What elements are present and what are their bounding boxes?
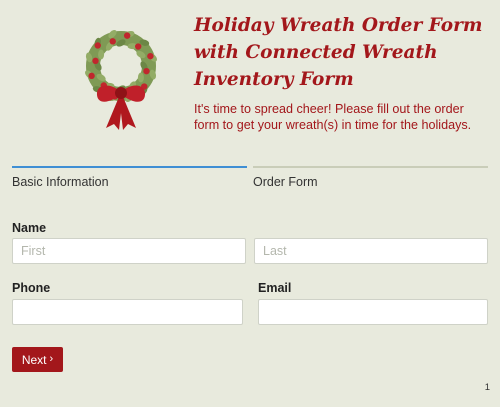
tab-label: Basic Information <box>12 175 109 189</box>
tab-order-form[interactable]: Order Form <box>253 166 488 196</box>
chevron-right-icon: › <box>49 353 54 365</box>
name-label: Name <box>12 221 47 235</box>
email-label: Email <box>258 281 292 295</box>
tab-label: Order Form <box>253 175 318 189</box>
page-title: Holiday Wreath Order Form with Connected… <box>194 15 483 90</box>
page-subtitle: It's time to spread cheer! Please fill o… <box>194 102 472 132</box>
last-name-input[interactable] <box>254 238 488 264</box>
form-header: Holiday Wreath Order Form with Connected… <box>0 0 500 160</box>
email-input[interactable] <box>258 299 488 325</box>
phone-input[interactable] <box>12 299 243 325</box>
form-tabs: Basic Information Order Form <box>12 166 488 196</box>
page-number: 1 <box>484 382 490 393</box>
next-button-label: Next <box>21 352 47 367</box>
tab-basic-information[interactable]: Basic Information <box>12 166 247 196</box>
next-button[interactable]: Next › <box>12 347 63 372</box>
wreath-icon <box>85 30 157 130</box>
first-name-input[interactable] <box>12 238 246 264</box>
tab-indicator <box>253 166 488 168</box>
tab-indicator-active <box>12 166 247 168</box>
phone-label: Phone <box>12 281 51 295</box>
